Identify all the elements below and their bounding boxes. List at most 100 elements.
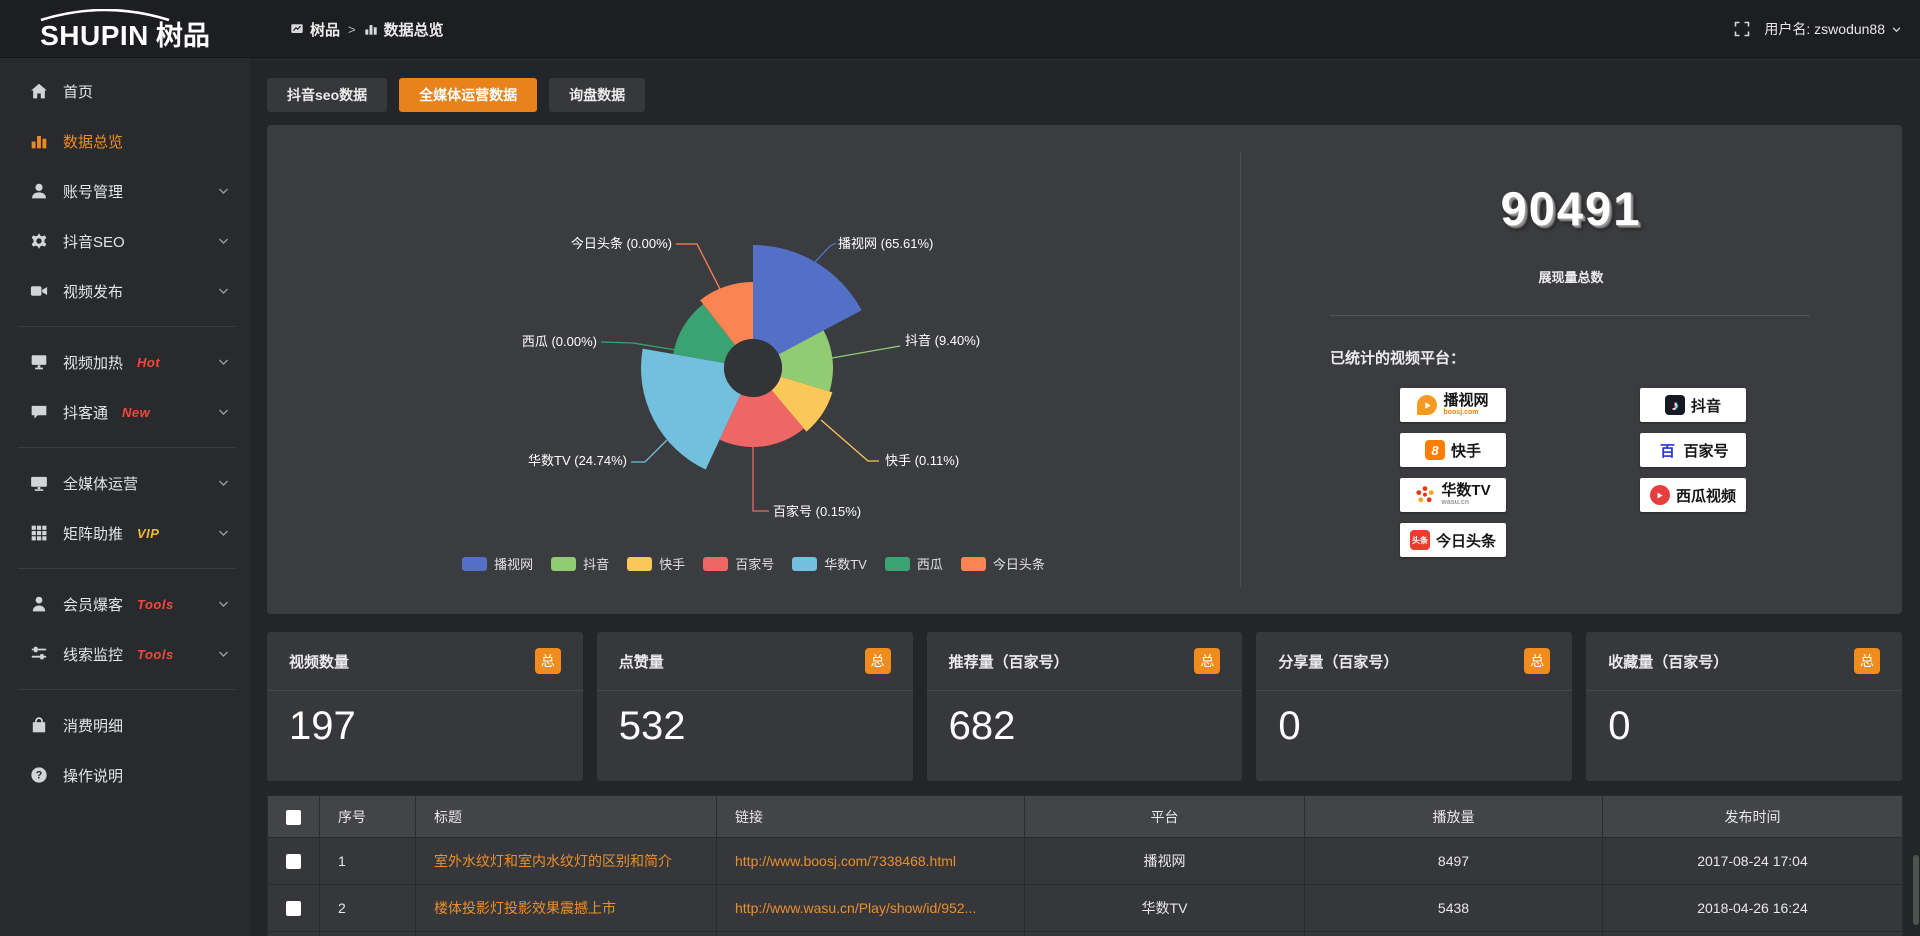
chevron-down-icon xyxy=(217,598,230,611)
svg-text:?: ? xyxy=(36,770,43,782)
legend-item[interactable]: 今日头条 xyxy=(961,554,1045,573)
video-table: 序号标题链接平台播放量发布时间 1室外水纹灯和室内水纹灯的区别和简介http:/… xyxy=(267,795,1903,936)
chevron-down-icon xyxy=(217,527,230,540)
toutiao-logo-icon: 头条 xyxy=(1410,530,1430,550)
legend-item[interactable]: 百家号 xyxy=(703,554,774,573)
legend-swatch xyxy=(792,557,817,571)
sidebar-item-chat[interactable]: 抖客通New xyxy=(0,387,250,437)
user-label: 用户名: zswodun88 xyxy=(1764,19,1885,39)
column-header: 平台 xyxy=(1025,796,1305,838)
sidebar-item-sliders[interactable]: 线索监控Tools xyxy=(0,629,250,679)
sidebar-item-label: 全媒体运营 xyxy=(63,473,138,494)
video-title-link[interactable]: 室外水纹灯和室内水纹灯的区别和简介 xyxy=(416,838,717,885)
stat-card-title: 点赞量 xyxy=(619,651,664,672)
wasu-logo-icon xyxy=(1415,485,1435,505)
platform-badge-wasu: 华数TVwasu.cn xyxy=(1400,478,1506,512)
legend-item[interactable]: 快手 xyxy=(627,554,685,573)
sidebar-item-label: 视频加热 xyxy=(63,352,123,373)
chevron-down-icon xyxy=(217,285,230,298)
sidebar-item-monitor[interactable]: 全媒体运营 xyxy=(0,458,250,508)
legend-swatch xyxy=(627,557,652,571)
total-badge: 总 xyxy=(535,648,561,674)
sidebar-item-heat[interactable]: 视频加热 Hot xyxy=(0,337,250,387)
sidebar-item-video[interactable]: 视频发布 xyxy=(0,266,250,316)
tab-抖音seo数据[interactable]: 抖音seo数据 xyxy=(267,78,387,112)
breadcrumb-item[interactable]: 数据总览 xyxy=(364,19,444,40)
column-header: 发布时间 xyxy=(1603,796,1903,838)
gear-icon xyxy=(30,232,48,250)
row-select-cell xyxy=(268,885,320,932)
stat-card: 分享量（百家号）总0 xyxy=(1256,632,1572,781)
stat-cards: 视频数量总197点赞量总532推荐量（百家号）总682分享量（百家号）总0收藏量… xyxy=(267,632,1902,781)
legend-item[interactable]: 抖音 xyxy=(551,554,609,573)
breadcrumb-separator: > xyxy=(348,22,356,37)
chevron-down-icon xyxy=(1891,24,1902,35)
row-checkbox[interactable] xyxy=(286,901,301,916)
row-plays: 5438 xyxy=(1305,885,1603,932)
user-icon xyxy=(30,182,48,200)
stat-card-title: 视频数量 xyxy=(289,651,349,672)
tab-全媒体运营数据[interactable]: 全媒体运营数据 xyxy=(399,78,537,112)
logo-text-en: SHUPIN xyxy=(40,22,149,50)
sidebar-item-question[interactable]: ?操作说明 xyxy=(0,750,250,800)
pie-label: 华数TV (24.74%) xyxy=(528,453,627,468)
column-header: 链接 xyxy=(717,796,1025,838)
grid-icon xyxy=(30,524,48,542)
chevron-down-icon xyxy=(217,648,230,661)
video-table-wrap: 序号标题链接平台播放量发布时间 1室外水纹灯和室内水纹灯的区别和简介http:/… xyxy=(267,795,1902,936)
sidebar-item-user[interactable]: 账号管理 xyxy=(0,166,250,216)
legend-swatch xyxy=(551,557,576,571)
legend-item[interactable]: 华数TV xyxy=(792,554,867,573)
tab-询盘数据[interactable]: 询盘数据 xyxy=(549,78,645,112)
video-title-link[interactable]: 楼体投影灯投影效果震撼上市 xyxy=(416,885,717,932)
user-menu[interactable]: 用户名: zswodun88 xyxy=(1764,19,1902,39)
legend-item[interactable]: 播视网 xyxy=(462,554,533,573)
sidebar-badge: Hot xyxy=(137,355,160,370)
platforms-title: 已统计的视频平台： xyxy=(1330,347,1465,368)
platform-badge-xigua: 西瓜视频 xyxy=(1640,478,1746,512)
report-icon xyxy=(290,22,304,36)
sliders-icon xyxy=(30,645,48,663)
stat-card: 点赞量总532 xyxy=(597,632,913,781)
column-header: 播放量 xyxy=(1305,796,1603,838)
platform-badge-boosj: 播视网boosj.com xyxy=(1400,388,1506,422)
home-icon xyxy=(30,82,48,100)
stat-card-title: 分享量（百家号） xyxy=(1278,651,1398,672)
sidebar-item-gear[interactable]: 抖音SEO xyxy=(0,216,250,266)
sidebar-item-wallet[interactable]: 消费明细 xyxy=(0,700,250,750)
pie-label: 快手 (0.11%) xyxy=(885,453,959,468)
summary-divider xyxy=(1330,315,1810,316)
bars-icon xyxy=(364,22,378,36)
pie-label: 抖音 (9.40%) xyxy=(905,333,980,348)
stat-card-value: 0 xyxy=(1256,691,1572,749)
fullscreen-icon[interactable] xyxy=(1734,21,1750,37)
select-all-checkbox[interactable] xyxy=(286,810,301,825)
stat-card-value: 682 xyxy=(927,691,1243,749)
pie-slice[interactable] xyxy=(753,245,862,354)
sidebar-item-chart[interactable]: 数据总览 xyxy=(0,116,250,166)
pie-hole xyxy=(724,339,782,397)
video-url-link[interactable]: http://www.boosj.com/7338468.html xyxy=(717,838,1025,885)
sidebar-item-person[interactable]: 会员爆客Tools xyxy=(0,579,250,629)
stat-card-title: 推荐量（百家号） xyxy=(949,651,1069,672)
scrollbar-thumb[interactable] xyxy=(1913,855,1919,925)
sidebar-item-home[interactable]: 首页 xyxy=(0,66,250,116)
label-leader-line xyxy=(676,244,722,293)
baijiahao-logo-icon: 百 xyxy=(1657,440,1677,460)
stat-card-title: 收藏量（百家号） xyxy=(1608,651,1728,672)
breadcrumb-item[interactable]: 树品 xyxy=(290,19,340,40)
row-checkbox[interactable] xyxy=(286,854,301,869)
sidebar-item-label: 消费明细 xyxy=(63,715,123,736)
data-tabs: 抖音seo数据全媒体运营数据询盘数据 xyxy=(267,78,645,112)
boosj-logo-icon xyxy=(1417,395,1437,415)
kuaishou-logo-icon: 8 xyxy=(1425,440,1445,460)
legend-item[interactable]: 西瓜 xyxy=(885,554,943,573)
platform-badge-kuaishou: 8快手 xyxy=(1400,433,1506,467)
label-leader-line xyxy=(832,346,900,358)
sidebar-badge: Tools xyxy=(137,647,174,662)
app-logo: SHUPIN 树品 xyxy=(0,0,250,58)
sidebar-item-grid[interactable]: 矩阵助推VIP xyxy=(0,508,250,558)
total-impressions-label: 展现量总数 xyxy=(1240,267,1902,286)
video-url-link[interactable]: http://www.wasu.cn/Play/show/id/952... xyxy=(717,885,1025,932)
label-leader-line xyxy=(753,447,769,511)
